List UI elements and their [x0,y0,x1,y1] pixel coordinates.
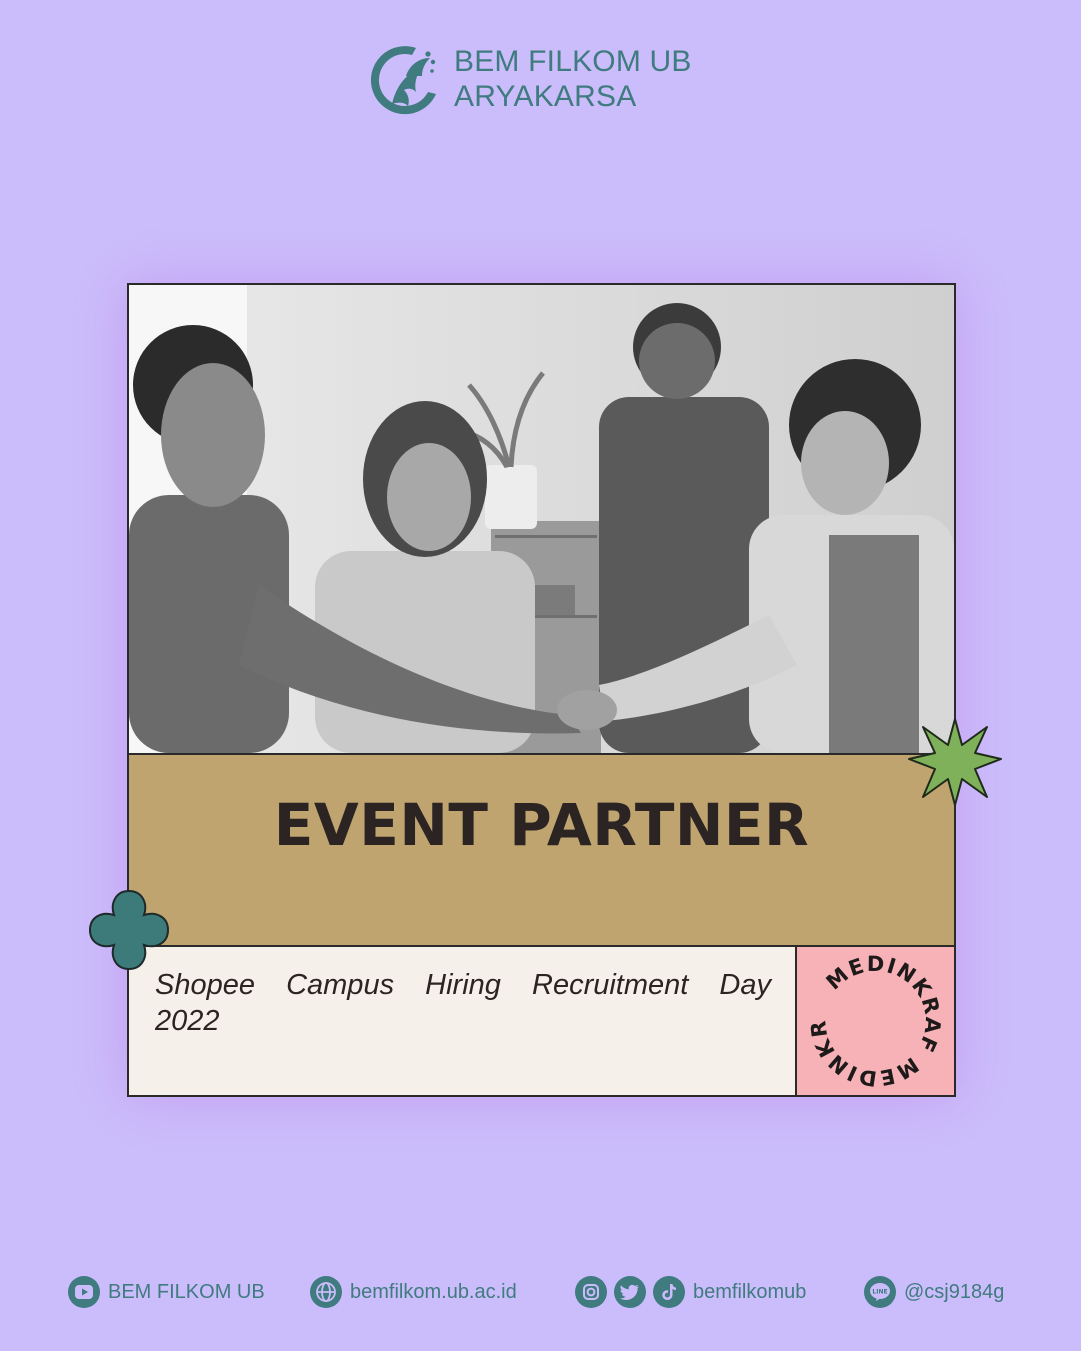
business-handshake-photo [129,285,954,755]
instagram-icon [575,1276,607,1308]
socials-label: bemfilkomub [693,1280,807,1303]
youtube-label: BEM FILKOM UB [108,1280,265,1303]
clover-icon [88,889,170,971]
medinkraf-circular-text: MEDINKRAF MEDINKRAF [788,928,945,1091]
event-title: EVENT PARTNER [273,791,810,859]
svg-text:LINE: LINE [872,1289,887,1296]
footer-website[interactable]: bemfilkom.ub.ac.id [310,1272,517,1312]
footer-line[interactable]: LINE @csj9184g [864,1272,1004,1312]
title-band: EVENT PARTNER [129,755,954,947]
org-name: BEM FILKOM UB ARYAKARSA [454,44,692,114]
footer-youtube[interactable]: BEM FILKOM UB [68,1272,265,1312]
org-logo: BEM FILKOM UB ARYAKARSA [366,42,696,116]
starburst-icon [908,718,1002,806]
website-label: bemfilkom.ub.ac.id [350,1280,517,1303]
event-caption: Shopee Campus Hiring Recruitment Day 202… [155,969,771,1037]
line-icon: LINE [864,1276,896,1308]
youtube-icon [68,1276,100,1308]
org-name-line2: ARYAKARSA [454,80,637,113]
globe-icon [310,1276,342,1308]
footer-socials[interactable]: bemfilkomub [575,1272,806,1312]
org-name-line1: BEM FILKOM UB [454,45,692,78]
line-label: @csj9184g [904,1280,1005,1303]
caption-box: Shopee Campus Hiring Recruitment Day 202… [129,947,797,1095]
footer-contacts: BEM FILKOM UB bemfilkom.ub.ac.id bemfilk… [0,1272,1081,1312]
event-card: EVENT PARTNER Shopee Campus Hiring Recru… [127,283,956,1097]
medinkraf-stamp: MEDINKRAF MEDINKRAF [788,928,954,1095]
phoenix-logo-icon [370,46,436,115]
svg-text:MEDINKRAF MEDINKRAF: MEDINKRAF MEDINKRAF [797,947,945,1091]
tiktok-icon [653,1276,685,1308]
twitter-icon [614,1276,646,1308]
stamp-text: MEDINKRAF MEDINKRAF [788,928,943,1091]
